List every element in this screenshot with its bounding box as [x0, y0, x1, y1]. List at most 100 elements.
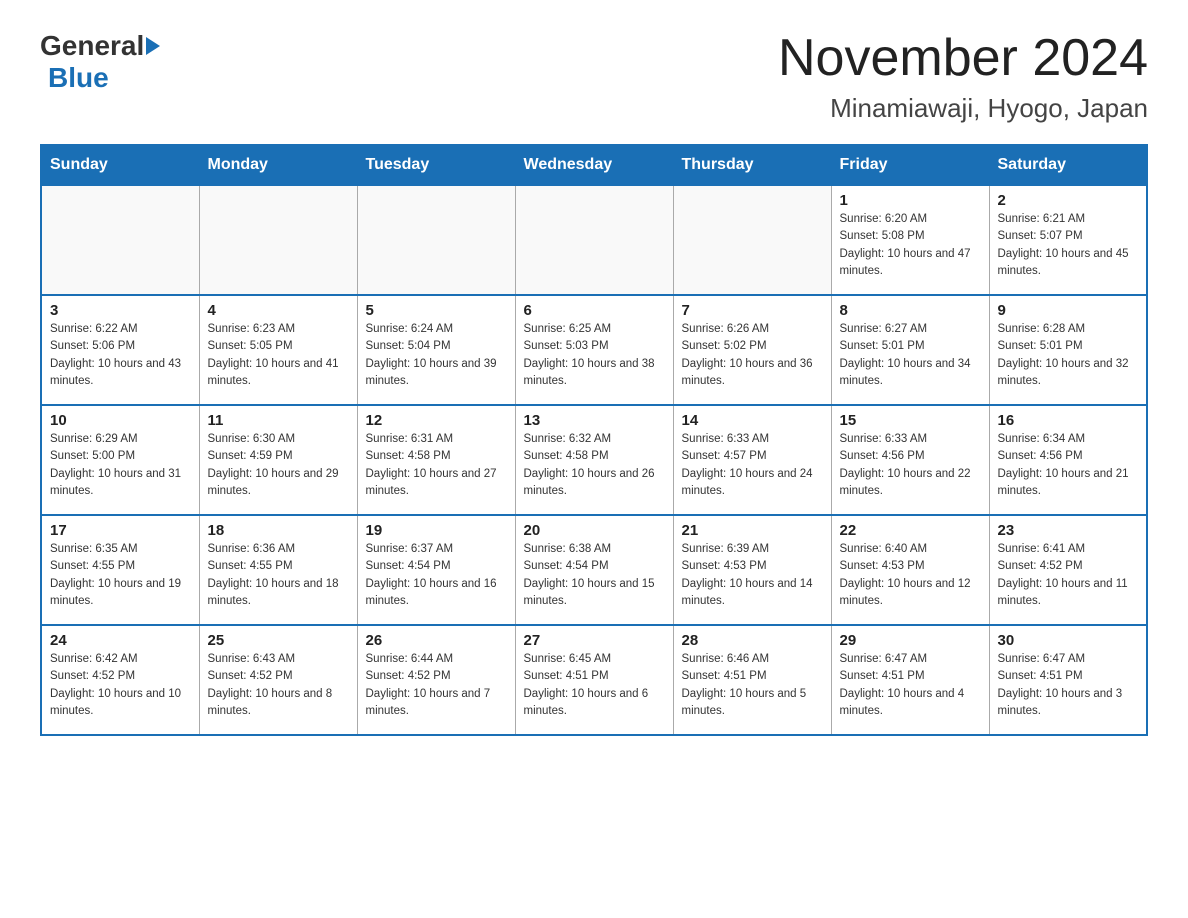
day-number: 5 [366, 302, 507, 319]
calendar-table: SundayMondayTuesdayWednesdayThursdayFrid… [40, 144, 1148, 736]
calendar-body: 1 Sunrise: 6:20 AMSunset: 5:08 PMDaylight… [41, 185, 1147, 735]
day-cell: 29Sunrise: 6:47 AMSunset: 4:51 PMDayligh… [831, 625, 989, 735]
day-info: Sunrise: 6:30 AMSunset: 4:59 PMDaylight:… [208, 431, 349, 500]
day-info: Sunrise: 6:40 AMSunset: 4:53 PMDaylight:… [840, 541, 981, 610]
header-cell-sunday: Sunday [41, 145, 199, 185]
day-info: Sunrise: 6:26 AMSunset: 5:02 PMDaylight:… [682, 321, 823, 390]
day-info: Sunrise: 6:36 AMSunset: 4:55 PMDaylight:… [208, 541, 349, 610]
day-cell: 25 Sunrise: 6:43 AMSunset: 4:52 PMDayligh… [199, 625, 357, 735]
day-number: 4 [208, 302, 349, 319]
day-number: 24 [50, 632, 191, 649]
day-number: 29 [840, 632, 981, 649]
day-info: Sunrise: 6:43 AMSunset: 4:52 PMDaylight:… [208, 651, 349, 720]
day-cell [515, 185, 673, 295]
day-cell: 8Sunrise: 6:27 AMSunset: 5:01 PMDaylight… [831, 295, 989, 405]
day-cell: 19Sunrise: 6:37 AMSunset: 4:54 PMDayligh… [357, 515, 515, 625]
logo-blue-text: Blue [44, 62, 109, 94]
day-info: Sunrise: 6:32 AMSunset: 4:58 PMDaylight:… [524, 431, 665, 500]
day-info: Sunrise: 6:37 AMSunset: 4:54 PMDaylight:… [366, 541, 507, 610]
day-info: Sunrise: 6:31 AMSunset: 4:58 PMDaylight:… [366, 431, 507, 500]
day-info: Sunrise: 6:44 AMSunset: 4:52 PMDaylight:… [366, 651, 507, 720]
day-number: 8 [840, 302, 981, 319]
day-cell: 30 Sunrise: 6:47 AMSunset: 4:51 PMDayligh… [989, 625, 1147, 735]
logo-blue-label: Blue [48, 62, 109, 93]
day-cell: 12Sunrise: 6:31 AMSunset: 4:58 PMDayligh… [357, 405, 515, 515]
day-cell [673, 185, 831, 295]
day-cell: 3 Sunrise: 6:22 AMSunset: 5:06 PMDaylight… [41, 295, 199, 405]
day-cell: 21 Sunrise: 6:39 AMSunset: 4:53 PMDayligh… [673, 515, 831, 625]
day-cell: 27Sunrise: 6:45 AMSunset: 4:51 PMDayligh… [515, 625, 673, 735]
day-cell: 24Sunrise: 6:42 AMSunset: 4:52 PMDayligh… [41, 625, 199, 735]
day-cell: 16Sunrise: 6:34 AMSunset: 4:56 PMDayligh… [989, 405, 1147, 515]
day-info: Sunrise: 6:47 AMSunset: 4:51 PMDaylight:… [998, 651, 1139, 720]
day-info: Sunrise: 6:20 AMSunset: 5:08 PMDaylight:… [840, 211, 981, 280]
header-cell-saturday: Saturday [989, 145, 1147, 185]
header-cell-tuesday: Tuesday [357, 145, 515, 185]
header-cell-thursday: Thursday [673, 145, 831, 185]
day-number: 13 [524, 412, 665, 429]
logo-general-text: General [40, 30, 144, 62]
day-cell: 22 Sunrise: 6:40 AMSunset: 4:53 PMDayligh… [831, 515, 989, 625]
day-cell: 11Sunrise: 6:30 AMSunset: 4:59 PMDayligh… [199, 405, 357, 515]
day-info: Sunrise: 6:24 AMSunset: 5:04 PMDaylight:… [366, 321, 507, 390]
day-cell: 6Sunrise: 6:25 AMSunset: 5:03 PMDaylight… [515, 295, 673, 405]
day-cell: 26Sunrise: 6:44 AMSunset: 4:52 PMDayligh… [357, 625, 515, 735]
day-cell: 2 Sunrise: 6:21 AMSunset: 5:07 PMDaylight… [989, 185, 1147, 295]
calendar-header: SundayMondayTuesdayWednesdayThursdayFrid… [41, 145, 1147, 185]
day-cell: 9Sunrise: 6:28 AMSunset: 5:01 PMDaylight… [989, 295, 1147, 405]
day-cell: 20 Sunrise: 6:38 AMSunset: 4:54 PMDayligh… [515, 515, 673, 625]
day-info: Sunrise: 6:38 AMSunset: 4:54 PMDaylight:… [524, 541, 665, 610]
header-row: SundayMondayTuesdayWednesdayThursdayFrid… [41, 145, 1147, 185]
logo: General Blue [40, 30, 160, 94]
day-cell [199, 185, 357, 295]
header-cell-wednesday: Wednesday [515, 145, 673, 185]
day-number: 17 [50, 522, 191, 539]
day-number: 15 [840, 412, 981, 429]
day-info: Sunrise: 6:45 AMSunset: 4:51 PMDaylight:… [524, 651, 665, 720]
page-header: General Blue November 2024 Minamiawaji, … [40, 30, 1148, 124]
day-number: 18 [208, 522, 349, 539]
week-row-0: 1 Sunrise: 6:20 AMSunset: 5:08 PMDaylight… [41, 185, 1147, 295]
day-cell: 18 Sunrise: 6:36 AMSunset: 4:55 PMDayligh… [199, 515, 357, 625]
day-number: 30 [998, 632, 1139, 649]
day-info: Sunrise: 6:46 AMSunset: 4:51 PMDaylight:… [682, 651, 823, 720]
month-title: November 2024 [778, 30, 1148, 87]
header-cell-friday: Friday [831, 145, 989, 185]
day-number: 28 [682, 632, 823, 649]
logo-triangle-icon [146, 37, 160, 55]
day-info: Sunrise: 6:29 AMSunset: 5:00 PMDaylight:… [50, 431, 191, 500]
day-info: Sunrise: 6:34 AMSunset: 4:56 PMDaylight:… [998, 431, 1139, 500]
day-info: Sunrise: 6:33 AMSunset: 4:56 PMDaylight:… [840, 431, 981, 500]
day-number: 22 [840, 522, 981, 539]
day-cell: 28 Sunrise: 6:46 AMSunset: 4:51 PMDayligh… [673, 625, 831, 735]
location-title: Minamiawaji, Hyogo, Japan [778, 93, 1148, 124]
header-cell-monday: Monday [199, 145, 357, 185]
day-info: Sunrise: 6:21 AMSunset: 5:07 PMDaylight:… [998, 211, 1139, 280]
day-cell [357, 185, 515, 295]
day-info: Sunrise: 6:33 AMSunset: 4:57 PMDaylight:… [682, 431, 823, 500]
day-number: 1 [840, 192, 981, 209]
day-cell: 4 Sunrise: 6:23 AMSunset: 5:05 PMDaylight… [199, 295, 357, 405]
day-info: Sunrise: 6:23 AMSunset: 5:05 PMDaylight:… [208, 321, 349, 390]
day-cell: 14Sunrise: 6:33 AMSunset: 4:57 PMDayligh… [673, 405, 831, 515]
week-row-4: 24Sunrise: 6:42 AMSunset: 4:52 PMDayligh… [41, 625, 1147, 735]
day-info: Sunrise: 6:39 AMSunset: 4:53 PMDaylight:… [682, 541, 823, 610]
day-number: 6 [524, 302, 665, 319]
day-cell: 1 Sunrise: 6:20 AMSunset: 5:08 PMDaylight… [831, 185, 989, 295]
day-number: 20 [524, 522, 665, 539]
day-number: 25 [208, 632, 349, 649]
day-cell: 23 Sunrise: 6:41 AMSunset: 4:52 PMDayligh… [989, 515, 1147, 625]
day-number: 3 [50, 302, 191, 319]
day-cell [41, 185, 199, 295]
day-number: 7 [682, 302, 823, 319]
day-info: Sunrise: 6:22 AMSunset: 5:06 PMDaylight:… [50, 321, 191, 390]
day-info: Sunrise: 6:41 AMSunset: 4:52 PMDaylight:… [998, 541, 1139, 610]
day-number: 2 [998, 192, 1139, 209]
day-cell: 13 Sunrise: 6:32 AMSunset: 4:58 PMDayligh… [515, 405, 673, 515]
day-number: 23 [998, 522, 1139, 539]
day-cell: 10 Sunrise: 6:29 AMSunset: 5:00 PMDayligh… [41, 405, 199, 515]
day-number: 10 [50, 412, 191, 429]
week-row-1: 3 Sunrise: 6:22 AMSunset: 5:06 PMDaylight… [41, 295, 1147, 405]
day-number: 21 [682, 522, 823, 539]
week-row-2: 10 Sunrise: 6:29 AMSunset: 5:00 PMDayligh… [41, 405, 1147, 515]
